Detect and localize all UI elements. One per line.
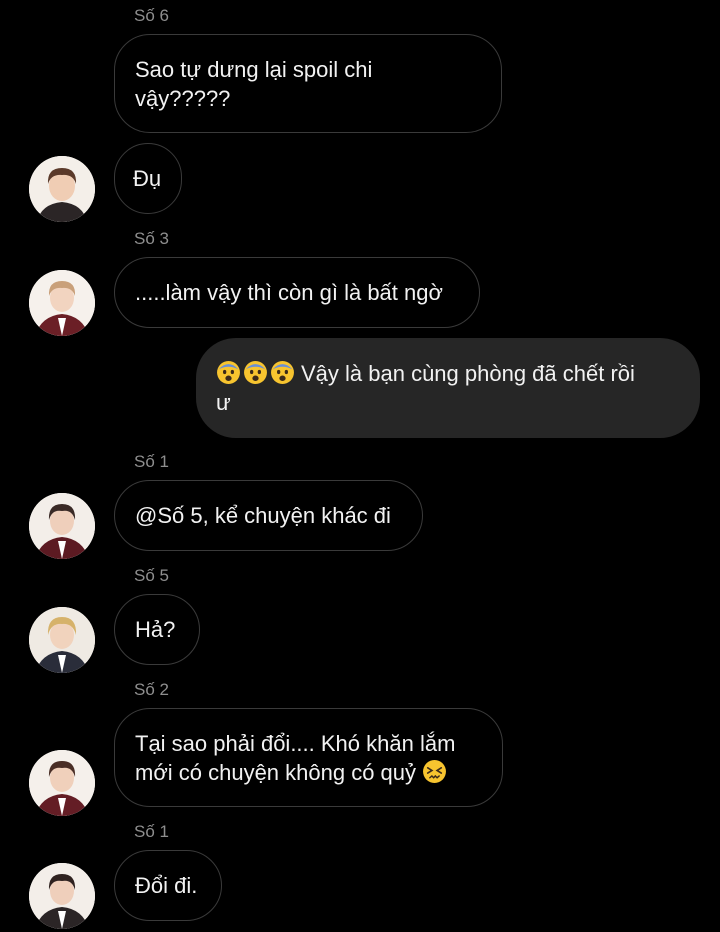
message-text: Hả? (135, 617, 176, 642)
avatar[interactable] (29, 270, 95, 336)
message-bubble[interactable]: Hả? (114, 594, 200, 665)
sender-name: Số 1 (134, 452, 169, 471)
message-bubble[interactable]: @Số 5, kể chuyện khác đi (114, 480, 423, 551)
fearful-face-icon (271, 361, 294, 384)
sender-name: Số 6 (134, 6, 169, 25)
avatar[interactable] (29, 863, 95, 929)
sender-name: Số 3 (134, 229, 169, 248)
message-text-content: Tại sao phải đổi.... Khó khăn lắm mới có… (135, 730, 456, 785)
message-text: Vậy là bạn cùng phòng đã chết rồi ư (216, 359, 635, 417)
avatar[interactable] (29, 607, 95, 673)
avatar[interactable] (29, 156, 95, 222)
person-avatar-icon (29, 750, 95, 816)
confounded-face-icon (423, 759, 446, 783)
sender-name: Số 2 (134, 680, 169, 699)
message-bubble[interactable]: Tại sao phải đổi.... Khó khăn lắm mới có… (114, 708, 503, 807)
message-text: Tại sao phải đổi.... Khó khăn lắm mới có… (135, 729, 455, 787)
message-bubble[interactable]: Đụ (114, 143, 182, 214)
sender-name: Số 1 (134, 822, 169, 841)
fearful-face-icon (244, 361, 267, 384)
person-avatar-icon (29, 863, 95, 929)
person-avatar-icon (29, 493, 95, 559)
message-bubble[interactable]: Đổi đi. (114, 850, 222, 921)
person-avatar-icon (29, 607, 95, 673)
message-bubble[interactable]: .....làm vậy thì còn gì là bất ngờ (114, 257, 480, 328)
message-text: Sao tự dưng lại spoil chi vậy????? (135, 56, 373, 111)
avatar[interactable] (29, 750, 95, 816)
avatar[interactable] (29, 493, 95, 559)
message-text: Đụ (133, 166, 162, 191)
sender-name: Số 5 (134, 566, 169, 585)
outgoing-message-bubble[interactable]: Vậy là bạn cùng phòng đã chết rồi ư (196, 338, 700, 438)
message-text: Đổi đi. (135, 873, 198, 898)
message-text: @Số 5, kể chuyện khác đi (135, 503, 391, 528)
message-text: .....làm vậy thì còn gì là bất ngờ (135, 280, 443, 305)
person-avatar-icon (29, 156, 95, 222)
fearful-face-icon (217, 361, 240, 384)
person-avatar-icon (29, 270, 95, 336)
message-bubble[interactable]: Sao tự dưng lại spoil chi vậy????? (114, 34, 502, 133)
